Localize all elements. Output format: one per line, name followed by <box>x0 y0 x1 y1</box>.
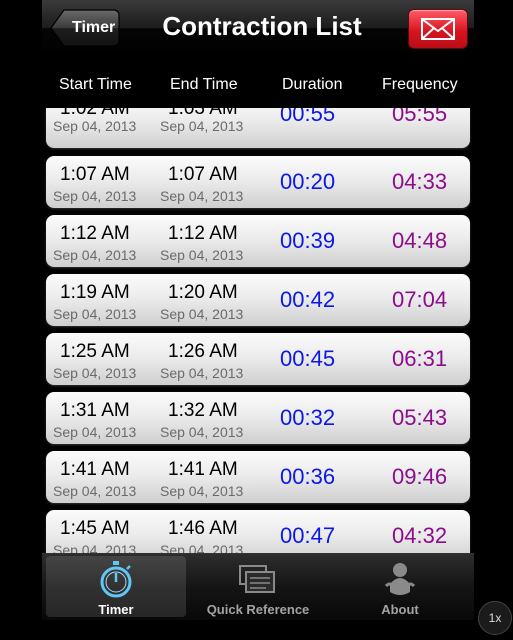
contraction-row[interactable]: 1:12 AM Sep 04, 2013 1:12 AM Sep 04, 201… <box>46 215 470 267</box>
contraction-list[interactable]: 1:02 AM Sep 04, 2013 1:03 AM Sep 04, 201… <box>42 108 474 558</box>
contraction-row[interactable]: 1:45 AM Sep 04, 2013 1:46 AM Sep 04, 201… <box>46 510 470 558</box>
start-date: Sep 04, 2013 <box>53 365 137 381</box>
start-date: Sep 04, 2013 <box>53 483 137 499</box>
duration-value: 00:39 <box>280 228 336 253</box>
navigation-bar: Timer Contraction List <box>42 0 474 57</box>
column-headers: Start Time End Time Duration Frequency <box>42 56 474 108</box>
end-time: 1:46 AM <box>168 518 238 539</box>
contraction-row[interactable]: 1:25 AM Sep 04, 2013 1:26 AM Sep 04, 201… <box>46 333 470 385</box>
end-time: 1:32 AM <box>168 400 238 421</box>
frequency-value: 05:43 <box>392 405 448 430</box>
baby-icon <box>384 563 416 595</box>
frequency-value: 04:32 <box>392 523 448 548</box>
contraction-row[interactable]: 1:41 AM Sep 04, 2013 1:41 AM Sep 04, 201… <box>46 451 470 503</box>
end-date: Sep 04, 2013 <box>160 424 244 440</box>
tab-quick-reference[interactable]: Quick Reference <box>188 556 328 617</box>
end-date: Sep 04, 2013 <box>160 483 244 499</box>
back-button-label: Timer <box>72 19 116 36</box>
start-date: Sep 04, 2013 <box>53 188 137 204</box>
end-time: 1:41 AM <box>168 459 238 480</box>
tab-label-timer: Timer <box>98 602 134 617</box>
end-time: 1:26 AM <box>168 341 238 362</box>
end-date: Sep 04, 2013 <box>160 188 244 204</box>
column-header-duration: Duration <box>282 76 343 93</box>
frequency-value: 06:31 <box>392 346 448 371</box>
duration-value: 00:36 <box>280 464 336 489</box>
frequency-value: 05:55 <box>392 108 448 126</box>
column-header-frequency: Frequency <box>382 76 458 93</box>
start-time: 1:31 AM <box>60 400 130 421</box>
end-date: Sep 04, 2013 <box>160 247 244 263</box>
duration-value: 00:47 <box>280 523 336 548</box>
app-screen: Timer Contraction List Start Time End Ti… <box>42 0 474 640</box>
contraction-row[interactable]: 1:19 AM Sep 04, 2013 1:20 AM Sep 04, 201… <box>46 274 470 326</box>
duration-value: 00:32 <box>280 405 336 430</box>
back-button-timer[interactable]: Timer <box>50 9 120 47</box>
zoom-button[interactable]: 1x <box>478 601 512 635</box>
column-header-start-time: Start Time <box>59 76 132 93</box>
duration-value: 00:45 <box>280 346 336 371</box>
tab-about[interactable]: About <box>330 556 470 617</box>
start-date: Sep 04, 2013 <box>53 247 137 263</box>
start-time: 1:25 AM <box>60 341 130 362</box>
stopwatch-icon <box>100 561 132 598</box>
contraction-row[interactable]: 1:31 AM Sep 04, 2013 1:32 AM Sep 04, 201… <box>46 392 470 444</box>
start-time: 1:07 AM <box>60 164 130 185</box>
column-header-end-time: End Time <box>170 76 238 93</box>
frequency-value: 07:04 <box>392 287 448 312</box>
tab-label-quick-reference: Quick Reference <box>206 602 310 617</box>
frequency-value: 09:46 <box>392 464 448 489</box>
envelope-icon <box>421 18 455 40</box>
end-time: 1:07 AM <box>168 164 238 185</box>
end-date: Sep 04, 2013 <box>160 118 244 134</box>
start-date: Sep 04, 2013 <box>53 306 137 322</box>
frequency-value: 04:48 <box>392 228 448 253</box>
tab-bar: Timer Quick Reference About <box>42 553 474 620</box>
end-date: Sep 04, 2013 <box>160 306 244 322</box>
start-time: 1:41 AM <box>60 459 130 480</box>
reference-cards-icon <box>239 565 275 593</box>
tab-label-about: About <box>381 602 419 617</box>
email-button[interactable] <box>408 9 468 49</box>
contraction-row[interactable]: 1:02 AM Sep 04, 2013 1:03 AM Sep 04, 201… <box>46 108 470 148</box>
duration-value: 00:55 <box>280 108 336 126</box>
start-time: 1:12 AM <box>60 223 130 244</box>
page-title: Contraction List <box>162 11 362 41</box>
frequency-value: 04:33 <box>392 169 448 194</box>
end-time: 1:12 AM <box>168 223 238 244</box>
start-time: 1:19 AM <box>60 282 130 303</box>
duration-value: 00:42 <box>280 287 336 312</box>
start-date: Sep 04, 2013 <box>53 118 137 134</box>
duration-value: 00:20 <box>280 169 336 194</box>
contraction-row[interactable]: 1:07 AM Sep 04, 2013 1:07 AM Sep 04, 201… <box>46 156 470 208</box>
end-date: Sep 04, 2013 <box>160 365 244 381</box>
start-date: Sep 04, 2013 <box>53 424 137 440</box>
end-time: 1:20 AM <box>168 282 238 303</box>
start-time: 1:45 AM <box>60 518 130 539</box>
tab-timer[interactable]: Timer <box>46 556 186 617</box>
